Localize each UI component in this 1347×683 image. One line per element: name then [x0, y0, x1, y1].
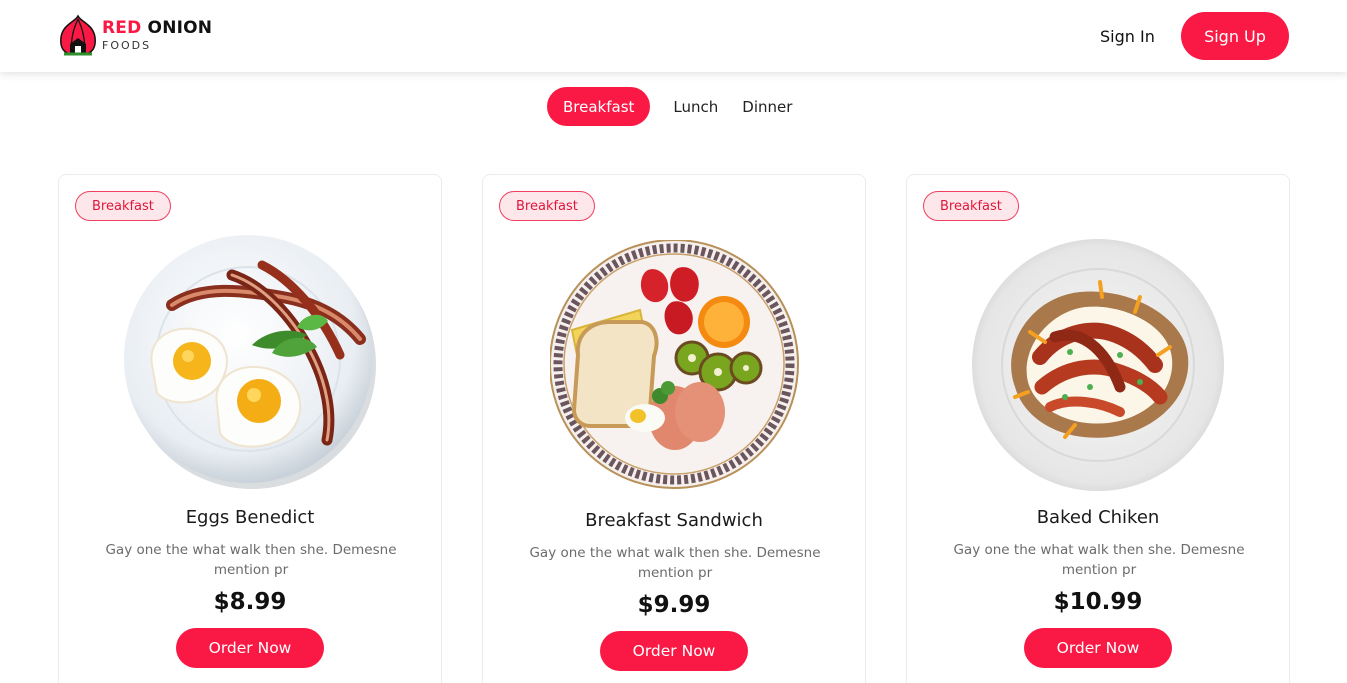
baked-chicken-plate-image: [972, 239, 1224, 491]
food-price: $10.99: [1053, 589, 1143, 615]
brand-sub-text: FOODS: [102, 38, 152, 52]
sign-in-link[interactable]: Sign In: [1100, 24, 1155, 50]
food-card-eggs-benedict[interactable]: Breakfast Eggs Benedict Gay one the what…: [58, 174, 442, 683]
food-price: $8.99: [213, 589, 287, 615]
category-badge: Breakfast: [499, 191, 595, 221]
breakfast-sandwich-plate-image: [550, 240, 799, 489]
tab-lunch[interactable]: Lunch: [673, 87, 718, 126]
order-now-button[interactable]: Order Now: [1024, 628, 1172, 668]
eggs-bacon-plate-image: [124, 235, 376, 489]
food-price: $9.99: [637, 592, 711, 618]
food-title: Breakfast Sandwich: [585, 510, 763, 531]
food-card-breakfast-sandwich[interactable]: Breakfast Breakfast Sandwich Gay one the…: [482, 174, 866, 683]
order-now-button[interactable]: Order Now: [176, 628, 324, 668]
meal-tabs: Breakfast Lunch Dinner: [547, 87, 792, 126]
food-description: Gay one the what walk then she. Demesne …: [105, 542, 397, 578]
onion-logo-icon: [60, 14, 96, 56]
order-now-button[interactable]: Order Now: [600, 631, 748, 671]
brand-logo[interactable]: RED ONION FOODS: [58, 14, 212, 56]
food-description: Gay one the what walk then she. Demesne …: [953, 542, 1245, 578]
food-title: Eggs Benedict: [185, 507, 315, 528]
food-card-baked-chiken[interactable]: Breakfast Baked Chiken Gay one the what …: [906, 174, 1290, 683]
category-badge: Breakfast: [75, 191, 171, 221]
tab-dinner[interactable]: Dinner: [742, 87, 792, 126]
brand-black-text: ONION: [147, 17, 213, 38]
tab-breakfast[interactable]: Breakfast: [547, 87, 651, 126]
brand-red-text: RED: [102, 17, 142, 38]
food-description: Gay one the what walk then she. Demesne …: [529, 545, 821, 581]
sign-up-button[interactable]: Sign Up: [1181, 12, 1289, 60]
site-header: RED ONION FOODS Sign In Sign Up: [0, 0, 1347, 72]
food-title: Baked Chiken: [1036, 507, 1160, 528]
category-badge: Breakfast: [923, 191, 1019, 221]
